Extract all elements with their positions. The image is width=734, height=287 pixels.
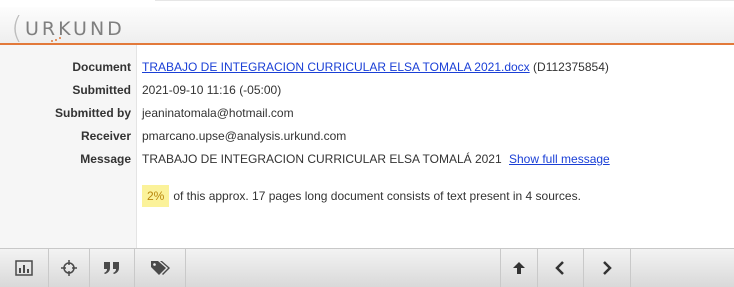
document-link[interactable]: TRABAJO DE INTEGRACION CURRICULAR ELSA T… [142,60,530,74]
receiver-row: Receiver pmarcano.upse@analysis.urkund.c… [0,125,734,148]
next-button[interactable] [584,249,631,287]
submitted-row: Submitted 2021-09-10 11:16 (-05:00) [0,79,734,102]
quote-icon [103,261,121,275]
receiver-value: pmarcano.upse@analysis.urkund.com [142,129,347,143]
tags-icon [150,260,170,276]
submitted-by-label: Submitted by [54,106,131,120]
quote-button[interactable] [90,249,135,287]
bottom-toolbar [0,248,734,287]
chart-button[interactable] [0,249,49,287]
submitted-label: Submitted [72,83,131,97]
logo-paren: ( [11,11,23,46]
previous-button[interactable] [537,249,584,287]
show-full-message-link[interactable]: Show full message [509,152,610,166]
document-info-panel: Document TRABAJO DE INTEGRACION CURRICUL… [0,45,734,248]
urkund-logo: ( URKUND [11,11,151,46]
submitted-by-row: Submitted by jeaninatomala@hotmail.com [0,102,734,125]
similarity-summary: 2% of this approx. 17 pages long document… [142,185,581,207]
submitted-by-value: jeaninatomala@hotmail.com [142,106,294,120]
logo-text: URKUND [25,18,125,40]
message-row: Message TRABAJO DE INTEGRACION CURRICULA… [0,148,734,171]
similarity-percent-badge: 2% [142,185,170,207]
similarity-summary-text: of this approx. 17 pages long document c… [173,189,581,203]
submitted-value: 2021-09-10 11:16 (-05:00) [142,83,282,97]
chevron-left-icon [554,261,566,275]
chevron-right-icon [601,261,613,275]
divider [155,0,734,1]
document-row: Document TRABAJO DE INTEGRACION CURRICUL… [0,56,734,79]
document-id: (D112375854) [533,60,609,74]
tags-button[interactable] [135,249,186,287]
document-value: TRABAJO DE INTEGRACION CURRICULAR ELSA T… [142,56,609,79]
app-header: ( URKUND [0,7,734,46]
message-label: Message [80,152,131,166]
message-value: TRABAJO DE INTEGRACION CURRICULAR ELSA T… [142,148,610,171]
arrow-up-icon [512,261,526,275]
top-strip [0,0,734,7]
target-button[interactable] [49,249,90,287]
document-label: Document [72,60,131,74]
scroll-up-button[interactable] [500,249,538,287]
crosshair-icon [60,259,78,277]
bar-chart-icon [15,260,33,276]
message-text: TRABAJO DE INTEGRACION CURRICULAR ELSA T… [142,152,502,166]
receiver-label: Receiver [80,129,131,143]
